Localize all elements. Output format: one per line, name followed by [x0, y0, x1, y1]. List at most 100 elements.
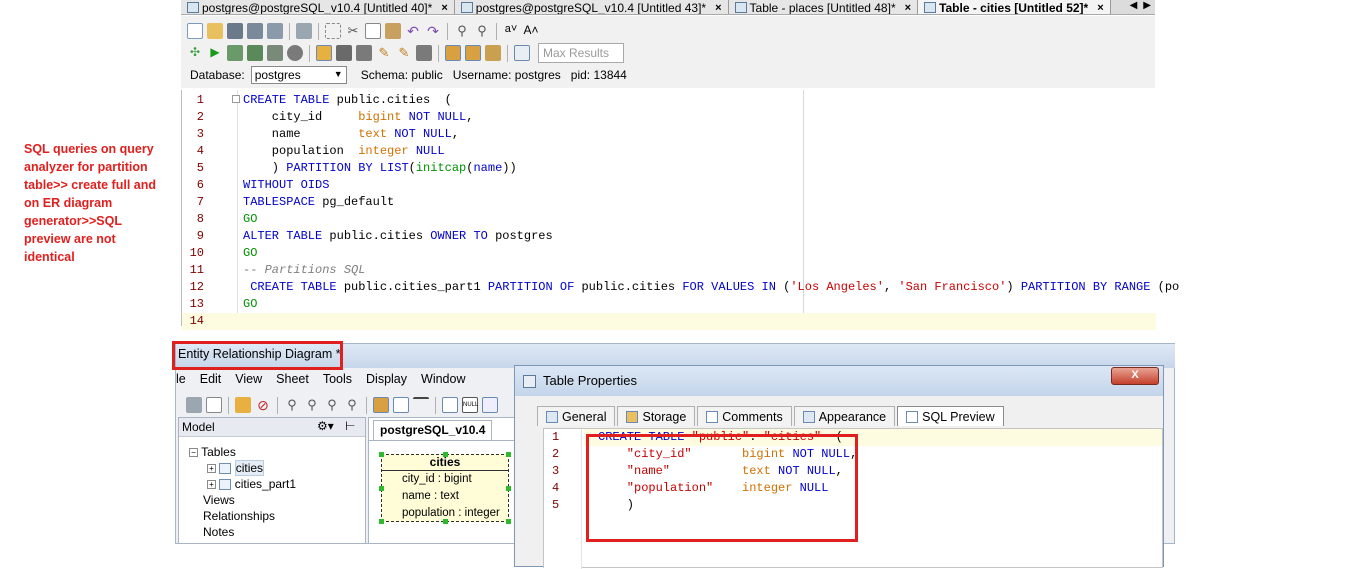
open-folder-icon[interactable] — [207, 23, 223, 39]
tab-appearance[interactable]: Appearance — [793, 406, 896, 426]
resize-handle[interactable] — [379, 519, 384, 524]
diagram-tab[interactable]: postgreSQL_v10.4 — [373, 420, 493, 440]
gear-icon[interactable]: ⚙▾ — [317, 419, 334, 433]
execute-all-icon[interactable] — [247, 45, 263, 61]
expand-icon[interactable]: + — [207, 464, 216, 474]
pin-icon[interactable]: ⊢ — [345, 419, 355, 433]
tab-untitled-52[interactable]: Table - cities [Untitled 52]* × — [918, 0, 1111, 15]
close-icon[interactable]: × — [1097, 1, 1103, 15]
collapse-icon[interactable]: − — [189, 448, 198, 458]
entity-cities[interactable]: cities city_id : bigint name : text popu… — [379, 452, 511, 524]
undo-icon[interactable]: ↶ — [405, 23, 421, 39]
resize-handle[interactable] — [443, 452, 448, 457]
rollback-icon[interactable] — [356, 45, 372, 61]
replace-icon[interactable]: ⚲ — [474, 23, 490, 39]
print-icon[interactable] — [296, 23, 312, 39]
menu-view[interactable]: View — [235, 372, 262, 388]
history-icon[interactable] — [514, 45, 530, 61]
code-token: GO — [243, 246, 258, 260]
zoom-in-icon[interactable]: ⚲ — [304, 397, 320, 413]
menu-window[interactable]: Window — [421, 372, 465, 388]
save-icon[interactable] — [227, 23, 243, 39]
view-names-icon[interactable] — [413, 397, 429, 413]
expand-icon[interactable]: + — [207, 480, 216, 490]
zoom-fit-icon[interactable]: ⚲ — [284, 397, 300, 413]
execute-step-icon[interactable]: ✣ — [187, 45, 203, 61]
select-icon[interactable] — [325, 23, 341, 39]
copy-icon[interactable] — [365, 23, 381, 39]
view-null-icon[interactable]: NULL — [462, 397, 478, 413]
table-icon — [734, 2, 747, 13]
tab-untitled-48[interactable]: Table - places [Untitled 48]* × — [728, 0, 919, 15]
format-icon[interactable]: ✎ — [376, 45, 392, 61]
tree-node-notes[interactable]: Notes — [203, 524, 234, 540]
new-file-icon[interactable] — [187, 23, 203, 39]
database-select[interactable]: postgres ▼ — [250, 66, 347, 84]
resize-handle[interactable] — [506, 519, 511, 524]
results-text-icon[interactable] — [465, 45, 481, 61]
tab-sql-preview[interactable]: SQL Preview — [897, 406, 1004, 426]
results-grid-icon[interactable] — [445, 45, 461, 61]
paste-icon[interactable] — [385, 23, 401, 39]
delete-icon[interactable]: ⊘ — [255, 397, 271, 413]
save-as-icon[interactable] — [247, 23, 263, 39]
resize-handle[interactable] — [379, 452, 384, 457]
tab-untitled-43[interactable]: postgres@postgreSQL_v10.4 [Untitled 43]*… — [454, 0, 729, 15]
stop-icon[interactable] — [287, 45, 303, 61]
menu-edit[interactable]: Edit — [200, 372, 222, 388]
resize-handle[interactable] — [443, 519, 448, 524]
resize-handle[interactable] — [379, 486, 384, 491]
zoom-out-icon[interactable]: ⚲ — [324, 397, 340, 413]
menu-file[interactable]: le — [176, 372, 186, 388]
redo-icon[interactable]: ↷ — [425, 23, 441, 39]
code-token: )) — [502, 161, 517, 175]
tab-storage[interactable]: Storage — [617, 406, 696, 426]
save-all-icon[interactable] — [267, 23, 283, 39]
cut-icon[interactable]: ✂ — [345, 23, 361, 39]
menu-sheet[interactable]: Sheet — [276, 372, 309, 388]
tab-scroll-left-icon[interactable]: ◀ — [1130, 0, 1138, 14]
view-types-icon[interactable] — [442, 397, 458, 413]
view-comments-icon[interactable] — [482, 397, 498, 413]
zoom-actual-icon[interactable]: ⚲ — [344, 397, 360, 413]
tree-node-cities[interactable]: + cities — [207, 460, 265, 476]
view-keys-icon[interactable] — [393, 397, 409, 413]
menu-tools[interactable]: Tools — [323, 372, 352, 388]
export-icon[interactable] — [485, 45, 501, 61]
sql-editor[interactable]: 1 CREATE TABLE public.cities (2 city_id b… — [181, 90, 1179, 330]
font-decrease-icon[interactable]: a˅ — [503, 23, 519, 39]
resize-handle[interactable] — [506, 486, 511, 491]
tree-node-cities-part1[interactable]: + cities_part1 — [207, 476, 296, 492]
add-table-icon[interactable] — [235, 397, 251, 413]
editor-line: 10 GO — [182, 245, 1156, 262]
explain-icon[interactable] — [267, 45, 283, 61]
page-setup-icon[interactable] — [206, 397, 222, 413]
view-columns-icon[interactable] — [373, 397, 389, 413]
close-button[interactable]: X — [1111, 367, 1159, 385]
close-icon[interactable]: × — [441, 1, 447, 15]
tab-general[interactable]: General — [537, 406, 616, 426]
menu-display[interactable]: Display — [366, 372, 407, 388]
max-results-input[interactable]: Max Results — [538, 43, 624, 63]
tree-node-views[interactable]: Views — [203, 492, 235, 508]
font-increase-icon[interactable]: A˄ — [523, 23, 539, 39]
commit-icon[interactable] — [336, 45, 352, 61]
resize-handle[interactable] — [506, 452, 511, 457]
code-token: pg_default — [322, 195, 395, 209]
execute-script-icon[interactable] — [227, 45, 243, 61]
tab-comments[interactable]: Comments — [697, 406, 792, 426]
code-token: public.cities_part1 — [343, 280, 488, 294]
close-icon[interactable]: × — [715, 1, 721, 15]
query-builder-icon[interactable] — [316, 45, 332, 61]
tree-node-tables[interactable]: − Tables — [189, 444, 236, 460]
diagram-canvas[interactable]: postgreSQL_v10.4 cities city_id : bigint… — [368, 417, 516, 544]
find-icon[interactable]: ⚲ — [454, 23, 470, 39]
tab-untitled-40[interactable]: postgres@postgreSQL_v10.4 [Untitled 40]*… — [181, 0, 455, 15]
close-icon[interactable]: × — [905, 1, 911, 15]
comment-icon[interactable]: ✎ — [396, 45, 412, 61]
uncomment-icon[interactable] — [416, 45, 432, 61]
print-icon[interactable] — [186, 397, 202, 413]
tree-node-relationships[interactable]: Relationships — [203, 508, 275, 524]
tab-scroll-right-icon[interactable]: ▶ — [1143, 0, 1151, 14]
execute-icon[interactable]: ▶ — [207, 45, 223, 61]
